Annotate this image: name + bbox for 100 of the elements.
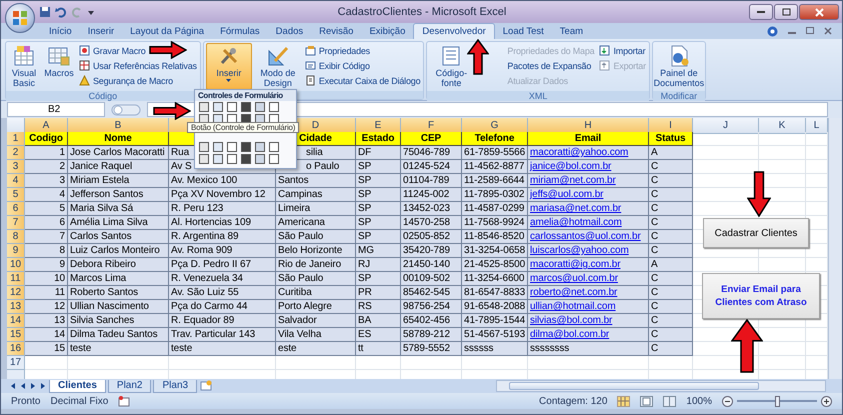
ribbon-button[interactable]: Visual Basic (8, 43, 40, 90)
table-cell: 11-8546-8520 (462, 230, 528, 244)
table-cell: 13452-023 (401, 202, 462, 216)
table-cell: Jose Carlos Macoratti (68, 146, 169, 160)
row-number[interactable]: 4 (7, 174, 25, 188)
table-cell: Miriam Estela (68, 174, 169, 188)
table-cell: teste (68, 342, 169, 356)
table-cell: 41-7895-1544 (462, 314, 528, 328)
table-cell: 21-4525-8500 (462, 258, 528, 272)
ribbon-tab[interactable]: Fórmulas (212, 23, 268, 39)
ribbon-tab[interactable]: Load Test (494, 23, 552, 39)
table-cell: Al. Hortencias 109 (169, 216, 276, 230)
table-cell: C (649, 230, 693, 244)
row-number[interactable]: 2 (7, 146, 25, 160)
table-cell: R. Equador 89 (169, 314, 276, 328)
menu-title: Controles de Formulário (195, 90, 296, 101)
sheet-button[interactable]: Enviar Email para Clientes com Atraso (702, 273, 820, 319)
ribbon-tab[interactable]: Revisão (311, 23, 362, 39)
table-cell: 65402-456 (401, 314, 462, 328)
column-header[interactable]: J (693, 118, 759, 134)
ribbon-tab[interactable]: Inserir (80, 23, 122, 39)
column-header[interactable]: L (806, 118, 828, 134)
ribbon-tab[interactable]: Dados (268, 23, 312, 39)
table-cell: ssssssss (528, 342, 649, 356)
row-number[interactable]: 6 (7, 202, 25, 216)
column-header[interactable]: K (759, 118, 806, 134)
table-cell: Salvador (276, 314, 356, 328)
ribbon-button[interactable]: Modo de Design (254, 43, 301, 90)
table-cell: C (649, 286, 693, 300)
ribbon-button[interactable]: Usar Referências Relativas (78, 59, 198, 72)
table-cell: este (276, 342, 356, 356)
table-cell: 3 (25, 174, 68, 188)
sheet-tab[interactable]: Plan2 (108, 380, 152, 392)
ribbon-button[interactable]: Segurança de Macro (78, 74, 198, 87)
header-cell: CEP (401, 132, 462, 146)
row-number[interactable]: 9 (7, 244, 25, 258)
table-cell: 7 (25, 230, 68, 244)
row-number[interactable]: 17 (7, 356, 25, 370)
ribbon-tab[interactable]: Exibição (361, 23, 414, 39)
row-number[interactable]: 13 (7, 300, 25, 314)
row-number[interactable]: 16 (7, 342, 25, 356)
table-cell: 10 (25, 272, 68, 286)
row-number[interactable]: 1 (7, 132, 25, 146)
table-cell: Santos (276, 174, 356, 188)
row-number[interactable]: 12 (7, 286, 25, 300)
ribbon-tab[interactable]: Team (552, 23, 592, 39)
status-count: Contagem: 120 (539, 396, 608, 406)
table-cell: 4 (25, 188, 68, 202)
ribbon-button[interactable]: Macros (43, 43, 75, 90)
row-number[interactable]: 10 (7, 258, 25, 272)
ribbon-button[interactable]: Executar Caixa de Diálogo (304, 74, 422, 87)
table-cell: 85462-545 (401, 286, 462, 300)
sheet-tab[interactable]: Plan3 (153, 380, 198, 392)
table-cell: Maria Silva Sá (68, 202, 169, 216)
ribbon-tab[interactable]: Desenvolvedor (413, 23, 495, 39)
sheet-tab[interactable]: Clientes (49, 380, 106, 392)
ribbon-button[interactable]: Pacotes de Expansão (506, 59, 596, 72)
row-number[interactable]: 15 (7, 328, 25, 342)
ribbon-button[interactable]: Inserir (206, 43, 252, 90)
row-number[interactable]: 5 (7, 188, 25, 202)
ribbon-button[interactable]: Importar (598, 44, 647, 57)
ribbon-tab[interactable]: Início (41, 23, 80, 39)
status-text: Decimal Fixo (50, 396, 108, 406)
ribbon-tab[interactable]: Layout da Página (122, 23, 212, 39)
table-cell: SP (356, 202, 401, 216)
table-cell: RJ (356, 258, 401, 272)
table-cell: teste (169, 342, 276, 356)
table-cell: Silvia Sanches (68, 314, 169, 328)
ribbon-button[interactable]: Código-fonte (429, 43, 474, 90)
group-label: Modificar (652, 91, 705, 101)
row-number[interactable]: 11 (7, 272, 25, 286)
group-label: XML (427, 91, 649, 101)
row-number[interactable]: 8 (7, 230, 25, 244)
row-number[interactable]: 3 (7, 160, 25, 174)
table-cell: C (649, 216, 693, 230)
table-cell: C (649, 188, 693, 202)
table-cell: Janice Raquel (68, 160, 169, 174)
table-cell: SP (356, 272, 401, 286)
table-cell: 2 (25, 160, 68, 174)
table-cell: tt (356, 342, 401, 356)
table-cell: C (649, 174, 693, 188)
table-cell: BA (356, 314, 401, 328)
ribbon-button[interactable]: Propriedades (304, 44, 422, 57)
table-cell: C (649, 328, 693, 342)
tooltip: Botão (Controle de Formulário) (187, 122, 300, 133)
table-cell: 11-2589-6644 (462, 174, 528, 188)
sheet-button[interactable]: Cadastrar Clientes (703, 218, 809, 248)
row-number[interactable]: 7 (7, 216, 25, 230)
ribbon-button[interactable]: Exibir Código (304, 59, 422, 72)
name-box[interactable]: B2 (7, 102, 105, 117)
row-number[interactable]: 14 (7, 314, 25, 328)
table-cell: 14570-258 (401, 216, 462, 230)
ribbon-button[interactable]: Painel de Documentos (654, 43, 703, 90)
table-cell: Trav. Particular 143 (169, 328, 276, 342)
table-cell: 02505-852 (401, 230, 462, 244)
table-cell: C (649, 272, 693, 286)
table-cell: SP (356, 188, 401, 202)
table-cell: São Paulo (276, 230, 356, 244)
table-cell: Av. São Luiz 55 (169, 286, 276, 300)
table-cell: 8 (25, 244, 68, 258)
